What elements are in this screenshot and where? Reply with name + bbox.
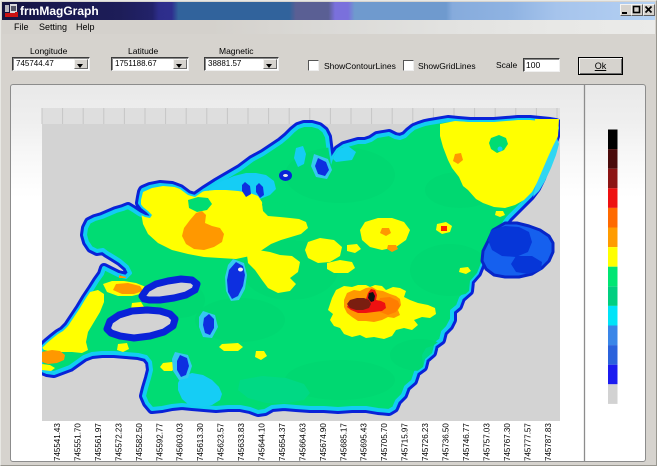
svg-text:745715.97: 745715.97 bbox=[401, 423, 410, 461]
svg-text:745767.30: 745767.30 bbox=[503, 423, 512, 461]
svg-text:745654.37: 745654.37 bbox=[278, 423, 287, 461]
svg-text:745623.57: 745623.57 bbox=[217, 423, 226, 461]
svg-text:745644.10: 745644.10 bbox=[258, 423, 267, 461]
svg-text:745746.77: 745746.77 bbox=[462, 423, 471, 461]
svg-text:745582.50: 745582.50 bbox=[135, 423, 144, 461]
svg-text:745685.17: 745685.17 bbox=[339, 423, 348, 461]
svg-text:745726.23: 745726.23 bbox=[421, 423, 430, 461]
svg-text:745777.57: 745777.57 bbox=[523, 423, 532, 461]
svg-text:745613.30: 745613.30 bbox=[196, 423, 205, 461]
svg-text:745603.03: 745603.03 bbox=[176, 423, 185, 461]
svg-text:745705.70: 745705.70 bbox=[380, 423, 389, 461]
svg-text:745787.83: 745787.83 bbox=[544, 423, 553, 461]
svg-text:745592.77: 745592.77 bbox=[155, 423, 164, 461]
svg-text:745757.03: 745757.03 bbox=[482, 423, 491, 461]
svg-text:745674.90: 745674.90 bbox=[319, 423, 328, 461]
svg-text:745541.43: 745541.43 bbox=[53, 423, 62, 461]
svg-text:745736.50: 745736.50 bbox=[442, 423, 451, 461]
svg-text:745664.63: 745664.63 bbox=[298, 423, 307, 461]
svg-text:745551.70: 745551.70 bbox=[74, 423, 83, 461]
svg-text:745633.83: 745633.83 bbox=[237, 423, 246, 461]
svg-text:745572.23: 745572.23 bbox=[114, 423, 123, 461]
svg-text:745695.43: 745695.43 bbox=[360, 423, 369, 461]
svg-text:745561.97: 745561.97 bbox=[94, 423, 103, 461]
